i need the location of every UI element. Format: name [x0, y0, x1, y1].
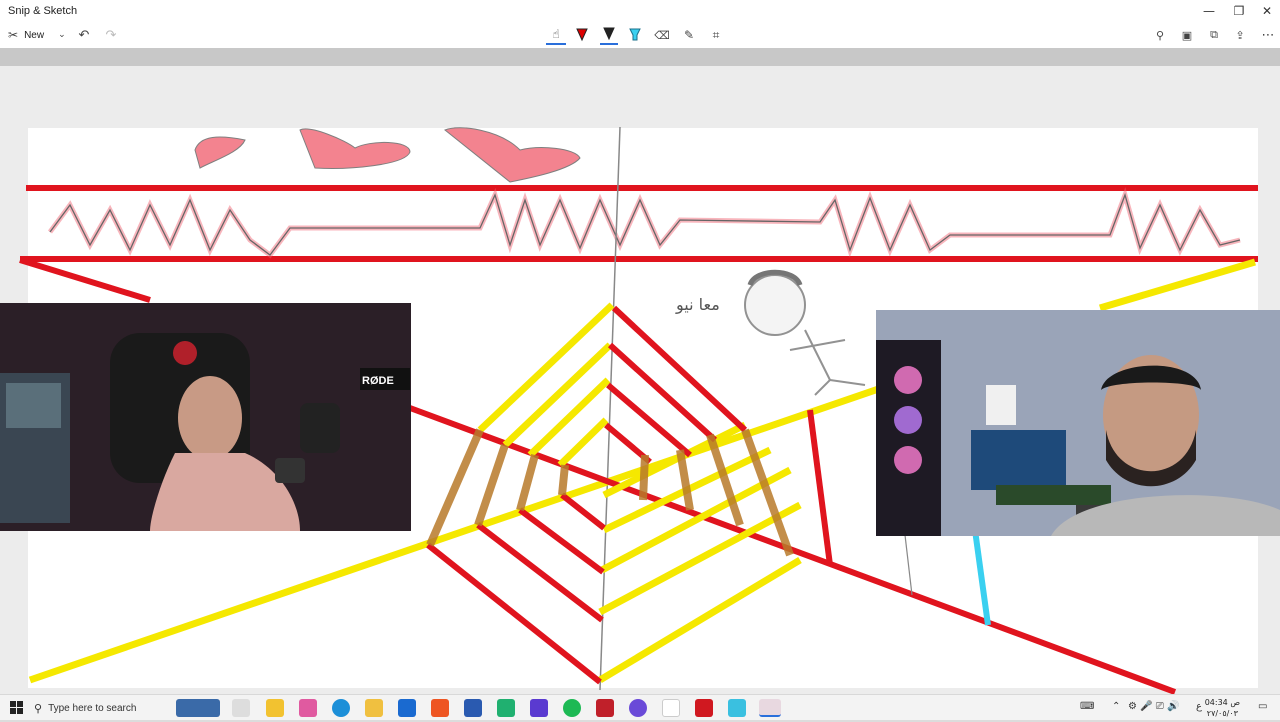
search-icon: ⚲: [34, 702, 43, 715]
windows-icon: [10, 701, 23, 714]
red-diagonal-left: [19, 257, 151, 303]
app-icon-cyan[interactable]: [728, 699, 746, 717]
mail-icon[interactable]: [398, 699, 416, 717]
app-icon-red[interactable]: [596, 699, 614, 717]
app-icon-blue[interactable]: [464, 699, 482, 717]
heartbeat-highlight: [47, 186, 1241, 259]
brave-icon[interactable]: [431, 699, 449, 717]
file-explorer-icon[interactable]: [266, 699, 284, 717]
spotify-icon[interactable]: [563, 699, 581, 717]
webcam-right: [876, 310, 1280, 536]
snip-sketch-taskbar-icon[interactable]: [759, 699, 781, 717]
yellow-diagonal-right: [1099, 258, 1256, 312]
copilot-icon[interactable]: [299, 699, 317, 717]
app-icon-green[interactable]: [497, 699, 515, 717]
clock[interactable]: 04:34 ص ٢٧/٠٥/٠٣: [1205, 697, 1240, 719]
discord-icon[interactable]: [629, 699, 647, 717]
tray-icons[interactable]: ⚙ 🎤 ⎚ 🔊: [1128, 701, 1179, 712]
grey-stroke: [904, 534, 913, 596]
edge-icon[interactable]: [332, 699, 350, 717]
webcam-left: RØDE: [0, 303, 411, 531]
search-placeholder: Type here to search: [48, 702, 137, 714]
handwriting-text: معا نیو: [675, 295, 720, 315]
chevron-up-icon[interactable]: ⌃: [1112, 701, 1120, 712]
weather-widget[interactable]: [176, 699, 220, 717]
cyan-stroke: [972, 529, 991, 626]
heartbeat-line: [49, 192, 1241, 256]
clock-date: ٢٧/٠٥/٠٣: [1206, 709, 1238, 718]
heart-large: [444, 127, 581, 183]
notifications-icon[interactable]: ▭: [1258, 701, 1267, 712]
heart-medium: [299, 128, 411, 169]
store-icon[interactable]: [365, 699, 383, 717]
taskbar: ⚲ Type here to search ⌨ ⌃ ⚙ 🎤 ⎚ 🔊 ع 04:3…: [0, 694, 1280, 720]
app-icon-recorder[interactable]: [695, 699, 713, 717]
keyboard-icon[interactable]: ⌨: [1080, 701, 1094, 712]
language-indicator[interactable]: ع: [1196, 701, 1202, 712]
app-icon-sketch[interactable]: [662, 699, 680, 717]
start-button[interactable]: [8, 699, 26, 717]
stick-figure: [744, 269, 866, 396]
task-view-icon[interactable]: [232, 699, 250, 717]
svg-text:RØDE: RØDE: [362, 375, 394, 387]
webcam-right-scene: [876, 310, 1280, 536]
app-icon-multicolor[interactable]: [530, 699, 548, 717]
webcam-left-scene: RØDE: [0, 303, 411, 531]
heart-small: [194, 136, 246, 169]
clock-time: 04:34 ص: [1204, 698, 1240, 707]
